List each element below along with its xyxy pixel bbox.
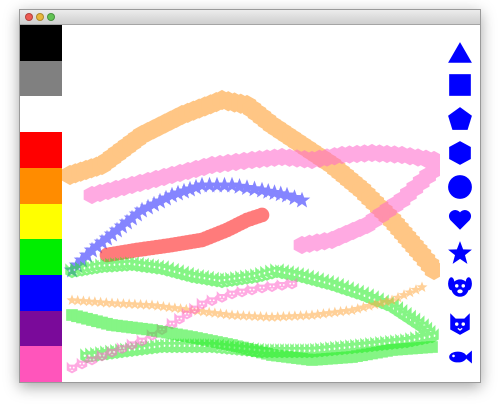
pink-hexagon-trail xyxy=(83,143,440,255)
dog-icon xyxy=(448,277,472,297)
star-icon xyxy=(448,241,472,264)
cat-stamp xyxy=(216,291,228,303)
title-bar xyxy=(20,10,480,25)
color-swatch-blue[interactable] xyxy=(20,274,62,311)
color-swatch-white[interactable] xyxy=(20,96,62,133)
color-swatch-red[interactable] xyxy=(20,132,62,169)
circle-stamp xyxy=(254,207,270,223)
pentagon-icon xyxy=(448,107,472,130)
color-palette xyxy=(20,25,62,383)
cat-stamp xyxy=(206,294,218,307)
close-button[interactable] xyxy=(25,13,33,21)
cat-stamp xyxy=(266,280,278,293)
heart-icon xyxy=(448,210,472,230)
cat-stamp xyxy=(226,287,238,300)
color-swatch-purple[interactable] xyxy=(20,310,62,347)
dog-tool-button[interactable] xyxy=(446,273,474,301)
cat-stamp xyxy=(236,285,248,298)
cat-icon xyxy=(450,313,470,335)
drawing-canvas[interactable] xyxy=(62,25,440,382)
minimize-button[interactable] xyxy=(36,13,44,21)
square-tool-button[interactable] xyxy=(446,71,474,99)
fish-tool-button[interactable] xyxy=(446,343,474,371)
color-swatch-orange[interactable] xyxy=(20,167,62,204)
pentagon-tool-button[interactable] xyxy=(446,105,474,133)
square-stamp xyxy=(426,341,438,353)
heart-tool-button[interactable] xyxy=(446,206,474,234)
cat-stamp xyxy=(276,279,288,291)
app-window xyxy=(19,9,481,383)
cat-tool-button[interactable] xyxy=(446,309,474,337)
triangle-tool-button[interactable] xyxy=(446,39,474,67)
hexagon-icon xyxy=(449,141,471,165)
hexagon-tool-button[interactable] xyxy=(446,139,474,167)
cat-stamp xyxy=(256,281,268,294)
square-icon xyxy=(449,74,471,96)
star-tool-button[interactable] xyxy=(446,239,474,267)
drawing-area[interactable] xyxy=(20,25,480,383)
triangle-icon xyxy=(448,42,472,63)
circle-icon xyxy=(448,175,472,199)
color-swatch-green[interactable] xyxy=(20,239,62,276)
fish-icon xyxy=(449,350,472,364)
cat-stamp xyxy=(66,361,78,374)
cat-stamp xyxy=(246,283,258,296)
shape-toolbar xyxy=(440,25,478,382)
color-swatch-gray[interactable] xyxy=(20,60,62,97)
color-swatch-pink[interactable] xyxy=(20,346,62,383)
maximize-button[interactable] xyxy=(47,13,55,21)
color-swatch-black[interactable] xyxy=(20,25,62,61)
circle-tool-button[interactable] xyxy=(446,173,474,201)
color-swatch-yellow[interactable] xyxy=(20,203,62,240)
